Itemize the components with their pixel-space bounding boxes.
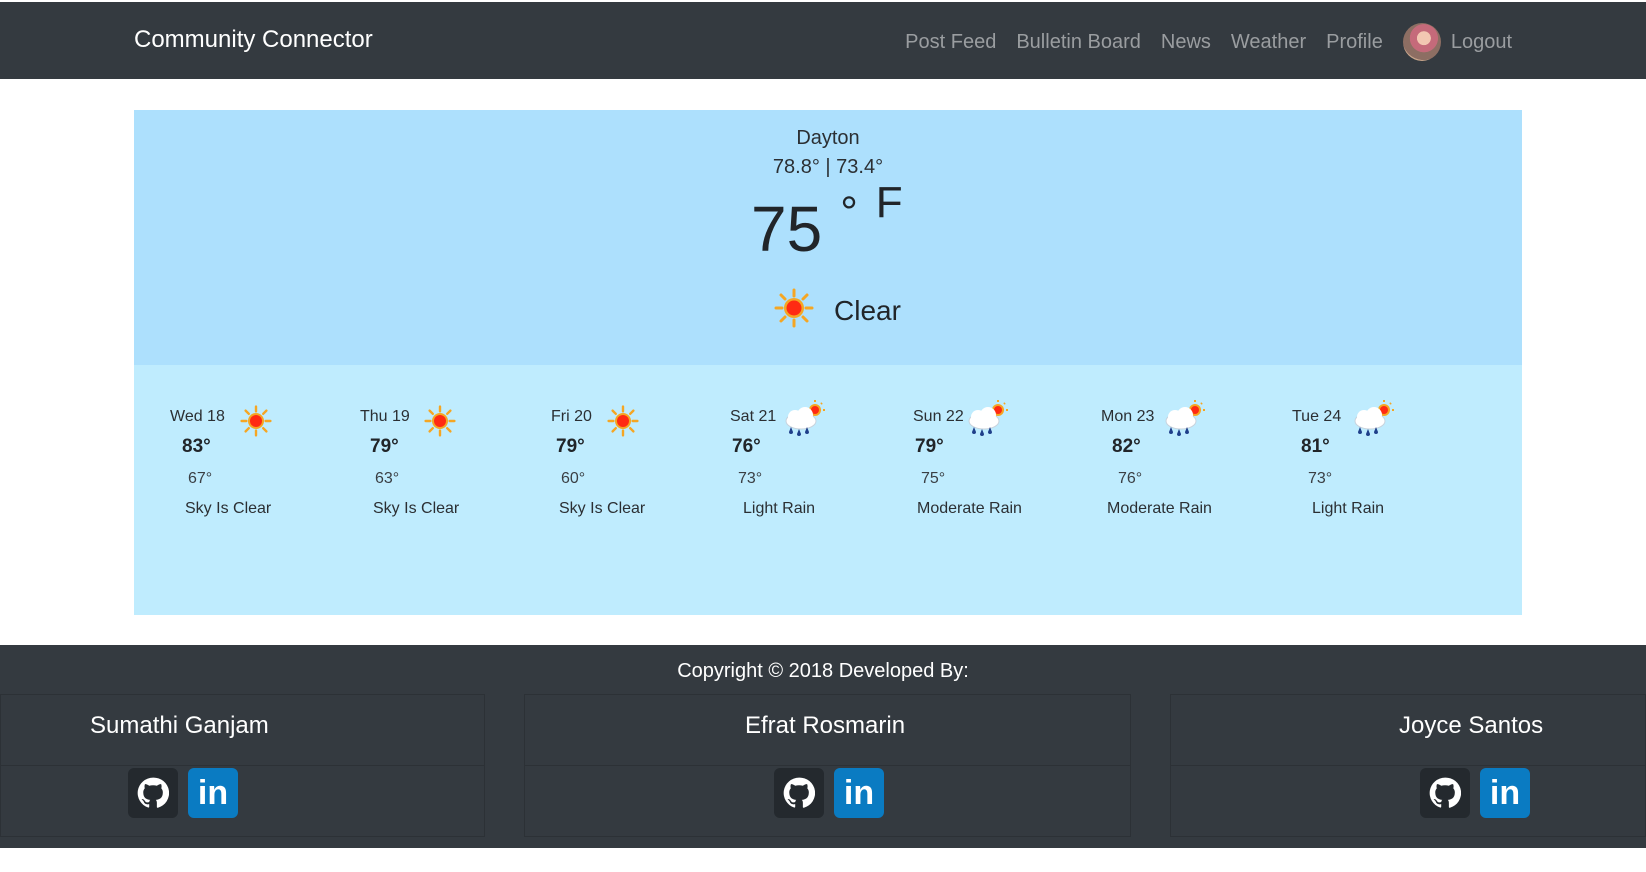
forecast-description: Sky Is Clear bbox=[559, 500, 646, 517]
forecast-low: 67° bbox=[188, 470, 213, 487]
social-links: in bbox=[128, 768, 238, 818]
rain-cloud-sun-icon bbox=[1348, 399, 1396, 446]
condition-label: Clear bbox=[834, 294, 901, 326]
sun-icon bbox=[607, 405, 639, 442]
forecast-high: 83° bbox=[182, 436, 211, 457]
forecast-day-name: Tue 24 bbox=[1292, 408, 1342, 425]
forecast-day: Thu 19 79° 63° Sky Is Clear bbox=[360, 405, 550, 525]
forecast-day-name: Wed 18 bbox=[170, 408, 225, 425]
forecast-description: Moderate Rain bbox=[917, 500, 1022, 517]
developer-card: Joyce Santos in bbox=[1170, 694, 1646, 837]
forecast-high: 76° bbox=[732, 436, 761, 457]
rain-cloud-sun-icon bbox=[962, 399, 1010, 446]
developer-name: Efrat Rosmarin bbox=[745, 712, 906, 739]
current-weather-panel: Dayton 78.8° | 73.4° 75 ° F Clear bbox=[134, 110, 1522, 365]
developer-card: Efrat Rosmarin in bbox=[524, 694, 1131, 837]
developer-name: Joyce Santos bbox=[1399, 712, 1544, 739]
forecast-description: Light Rain bbox=[1312, 500, 1385, 517]
city-name: Dayton bbox=[796, 127, 860, 149]
temperature-value: 75 bbox=[751, 193, 823, 265]
forecast-day: Sat 21 76° 73° Light Rain bbox=[729, 400, 919, 525]
top-navbar: Community Connector Post Feed Bulletin B… bbox=[0, 2, 1646, 79]
degree-symbol: ° bbox=[840, 188, 858, 237]
sun-icon bbox=[424, 405, 456, 442]
nav-link-news[interactable]: News bbox=[1161, 31, 1211, 54]
forecast-day: Fri 20 79° 60° Sky Is Clear bbox=[551, 405, 741, 525]
forecast-day: Sun 22 79° 75° Moderate Rain bbox=[912, 400, 1102, 525]
forecast-description: Sky Is Clear bbox=[185, 500, 272, 517]
linkedin-icon[interactable]: in bbox=[188, 768, 238, 818]
sun-icon bbox=[240, 405, 272, 442]
rain-cloud-sun-icon bbox=[779, 399, 827, 446]
rain-cloud-sun-icon bbox=[1159, 399, 1207, 446]
github-icon[interactable] bbox=[128, 768, 178, 818]
forecast-high: 79° bbox=[370, 436, 399, 457]
forecast-day-name: Fri 20 bbox=[551, 408, 592, 425]
forecast-low: 75° bbox=[921, 470, 946, 487]
forecast-day-name: Sat 21 bbox=[730, 408, 777, 425]
forecast-high: 82° bbox=[1112, 436, 1141, 457]
avatar[interactable] bbox=[1402, 23, 1441, 61]
linkedin-icon[interactable]: in bbox=[834, 768, 884, 818]
social-links: in bbox=[774, 768, 884, 818]
forecast-low: 73° bbox=[738, 470, 763, 487]
forecast-day-name: Thu 19 bbox=[360, 408, 410, 425]
linkedin-icon[interactable]: in bbox=[1480, 768, 1530, 818]
temperature-unit: F bbox=[875, 178, 903, 227]
forecast-description: Light Rain bbox=[743, 500, 816, 517]
forecast-day: Wed 18 83° 67° Sky Is Clear bbox=[170, 405, 360, 525]
current-condition: Clear bbox=[774, 288, 901, 333]
current-temperature: 75 ° F bbox=[751, 178, 903, 266]
forecast-high: 81° bbox=[1301, 436, 1330, 457]
developer-card: Sumathi Ganjam in bbox=[0, 694, 485, 837]
nav-link-post-feed[interactable]: Post Feed bbox=[905, 31, 996, 54]
forecast-low: 60° bbox=[561, 470, 586, 487]
sun-icon bbox=[774, 288, 814, 333]
forecast-low: 76° bbox=[1118, 470, 1143, 487]
forecast-low: 73° bbox=[1308, 470, 1333, 487]
forecast-low: 63° bbox=[375, 470, 400, 487]
social-links: in bbox=[1420, 768, 1530, 818]
forecast-high: 79° bbox=[556, 436, 585, 457]
nav-link-weather[interactable]: Weather bbox=[1231, 31, 1306, 54]
copyright-text: Copyright © 2018 Developed By: bbox=[677, 660, 969, 682]
github-icon[interactable] bbox=[1420, 768, 1470, 818]
forecast-description: Sky Is Clear bbox=[373, 500, 460, 517]
nav-links: Post Feed Bulletin Board News Weather Pr… bbox=[885, 22, 1512, 62]
forecast-day-name: Mon 23 bbox=[1101, 408, 1155, 425]
brand-title[interactable]: Community Connector bbox=[134, 26, 373, 54]
nav-link-bulletin-board[interactable]: Bulletin Board bbox=[1016, 31, 1141, 54]
github-icon[interactable] bbox=[774, 768, 824, 818]
footer: Copyright © 2018 Developed By: Sumathi G… bbox=[0, 645, 1646, 848]
high-low-temps: 78.8° | 73.4° bbox=[772, 156, 884, 178]
forecast-panel: Wed 18 83° 67° Sky Is Clear Thu 19 79° 6… bbox=[134, 365, 1522, 615]
forecast-day: Tue 24 81° 73° Light Rain bbox=[1292, 400, 1482, 525]
forecast-description: Moderate Rain bbox=[1107, 500, 1212, 517]
forecast-day: Mon 23 82° 76° Moderate Rain bbox=[1101, 400, 1291, 525]
logout-link[interactable]: Logout bbox=[1451, 31, 1512, 54]
forecast-high: 79° bbox=[915, 436, 944, 457]
developer-name: Sumathi Ganjam bbox=[90, 712, 269, 739]
nav-link-profile[interactable]: Profile bbox=[1326, 31, 1383, 54]
forecast-day-name: Sun 22 bbox=[913, 408, 964, 425]
